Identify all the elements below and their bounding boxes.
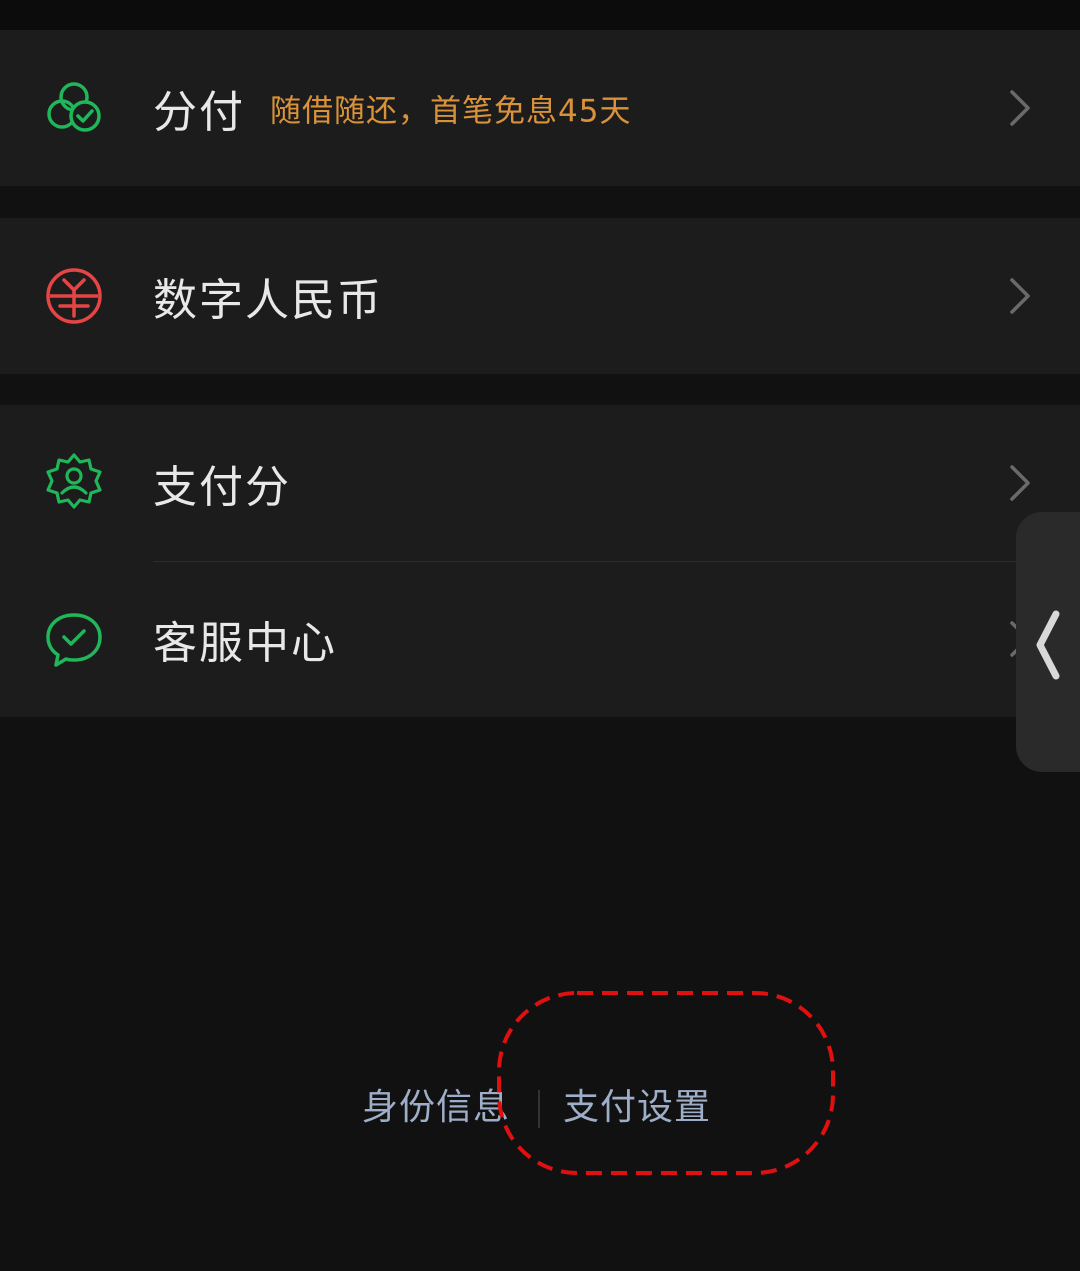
customer-service-icon [46,613,102,667]
menu-item-label: 数字人民币 [153,275,383,326]
menu-item-digital-rmb[interactable]: 数字人民币 [0,218,1080,374]
menu-item-label: 支付分 [153,462,291,513]
chevron-left-icon [1036,610,1060,680]
menu-item-pay-score[interactable]: 支付分 [0,405,1080,561]
chevron-right-icon [1010,278,1030,314]
group-fenfu: 分付 随借随还，首笔免息45天 [0,30,1080,186]
group-digital-rmb: 数字人民币 [0,218,1080,374]
menu-item-label: 分付 [153,87,245,138]
menu-item-label: 客服中心 [153,618,337,669]
wallet-page: 分付 随借随还，首笔免息45天 数字人民币 支付分 客服中心 身份信息 支付设置 [0,0,1080,1271]
floating-side-handle[interactable] [1016,512,1080,772]
digital-rmb-icon [46,268,102,324]
menu-item-customer-service[interactable]: 客服中心 [0,561,1080,717]
chevron-right-icon [1010,90,1030,126]
promo-text: 随借随还，首笔免息45天 [270,93,632,130]
group-services: 支付分 客服中心 [0,405,1080,717]
fenfu-icon [47,82,101,132]
highlight-annotation [497,991,835,1175]
pay-score-icon [46,453,102,509]
identity-info-link[interactable]: 身份信息 [362,1080,510,1136]
chevron-right-icon [1010,465,1030,501]
menu-item-fenfu[interactable]: 分付 随借随还，首笔免息45天 [0,30,1080,186]
top-strip [0,0,1080,30]
